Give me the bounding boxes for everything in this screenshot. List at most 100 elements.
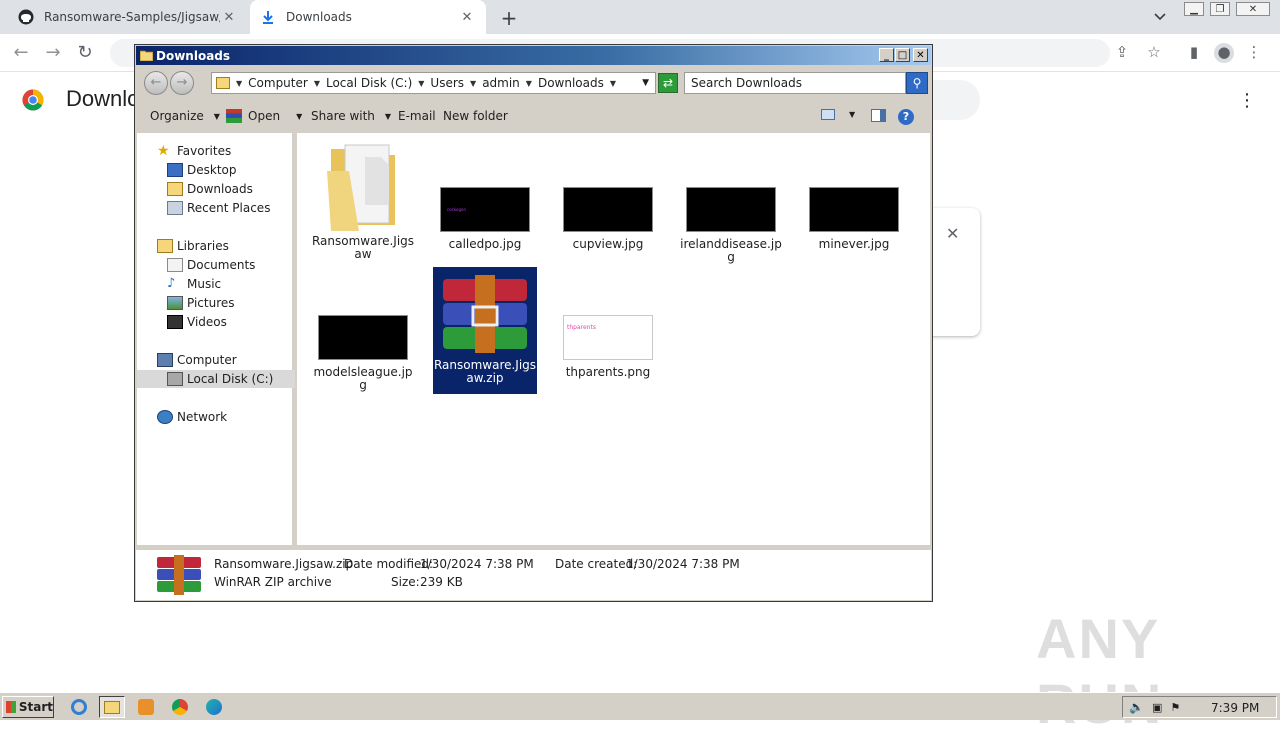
- image-thumbnail: [563, 187, 653, 232]
- nav-desktop[interactable]: Desktop: [167, 163, 237, 177]
- nav-network[interactable]: Network: [157, 410, 227, 424]
- file-item[interactable]: irelanddisease.jpg: [679, 187, 783, 264]
- restore-icon[interactable]: ❐: [1210, 2, 1230, 16]
- chevron-down-icon[interactable]: ▼: [470, 79, 476, 88]
- nav-label: Recent Places: [187, 201, 271, 215]
- chevron-down-icon[interactable]: ▼: [236, 79, 242, 88]
- open-button[interactable]: Open ▼: [226, 109, 302, 123]
- close-icon[interactable]: ✕: [913, 48, 928, 62]
- profile-icon[interactable]: ●: [1214, 43, 1234, 63]
- refresh-icon[interactable]: ⇄: [658, 73, 678, 93]
- file-item-selected[interactable]: Ransomware.Jigsaw.zip: [433, 267, 537, 394]
- search-icon[interactable]: ⚲: [906, 72, 928, 94]
- chevron-down-icon[interactable]: ▼: [314, 79, 320, 88]
- action-center-flag-icon[interactable]: ⚑: [1170, 701, 1180, 714]
- address-toolbar: ← → ▼ Computer ▼ Local Disk (C:) ▼ Users…: [136, 66, 931, 100]
- file-item[interactable]: minever.jpg: [802, 187, 906, 251]
- breadcrumb[interactable]: ▼ Computer ▼ Local Disk (C:) ▼ Users ▼ a…: [211, 72, 656, 94]
- explorer-titlebar[interactable]: Downloads _ □ ✕: [136, 46, 931, 65]
- nav-music[interactable]: ♪ Music: [167, 277, 222, 292]
- breadcrumb-local-disk[interactable]: Local Disk (C:): [326, 76, 412, 90]
- start-button[interactable]: Start: [2, 696, 54, 718]
- file-item[interactable]: modelsleague.jpg: [311, 315, 415, 392]
- nav-libraries[interactable]: Libraries: [157, 239, 229, 253]
- breadcrumb-admin[interactable]: admin: [482, 76, 520, 90]
- search-input[interactable]: Search Downloads: [684, 72, 906, 94]
- libraries-icon: [157, 239, 173, 253]
- details-pane: Ransomware.Jigsaw.zip WinRAR ZIP archive…: [136, 545, 931, 600]
- tab-github[interactable]: Ransomware-Samples/Jigsaw/Ransom ✕: [8, 0, 248, 34]
- reload-icon[interactable]: ↻: [74, 42, 96, 64]
- nav-favorites[interactable]: ★ Favorites: [157, 144, 231, 158]
- view-icon[interactable]: ▼: [821, 109, 855, 120]
- chevron-down-icon[interactable]: ▼: [526, 79, 532, 88]
- nav-label: Music: [187, 277, 222, 291]
- documents-icon: [167, 258, 183, 272]
- back-icon[interactable]: ←: [144, 71, 168, 95]
- nav-downloads[interactable]: Downloads: [167, 182, 253, 196]
- breadcrumb-users[interactable]: Users: [430, 76, 464, 90]
- download-icon: [260, 9, 276, 25]
- image-thumbnail: [318, 315, 408, 360]
- close-icon[interactable]: ✕: [1236, 2, 1270, 16]
- taskbar: Start 🔈 ▣ ⚑ 7:39 PM: [0, 692, 1280, 720]
- nav-recent-places[interactable]: Recent Places: [167, 201, 270, 215]
- side-panel-icon[interactable]: ▮: [1184, 43, 1204, 63]
- clock[interactable]: 7:39 PM: [1211, 701, 1259, 715]
- back-icon[interactable]: ←: [10, 42, 32, 64]
- more-menu-icon[interactable]: ⋮: [1238, 90, 1256, 111]
- folder-icon: [323, 139, 403, 231]
- ie-icon[interactable]: [66, 696, 92, 718]
- history-dropdown-icon[interactable]: ▼: [642, 78, 649, 88]
- tab-downloads[interactable]: Downloads ✕: [250, 0, 486, 34]
- chevron-down-icon[interactable]: ▼: [418, 79, 424, 88]
- thumbnail-text: ceckogen: [447, 207, 467, 212]
- chevron-down-icon[interactable]: [1152, 8, 1170, 26]
- file-item[interactable]: Ransomware.Jigsaw: [311, 139, 415, 261]
- minimize-icon[interactable]: ▁: [1184, 2, 1204, 16]
- videos-icon: [167, 315, 183, 329]
- forward-icon[interactable]: →: [42, 42, 64, 64]
- breadcrumb-downloads[interactable]: Downloads: [538, 76, 604, 90]
- star-icon[interactable]: ☆: [1144, 43, 1164, 63]
- file-item[interactable]: thparents thparents.png: [556, 315, 660, 379]
- maximize-icon[interactable]: □: [895, 48, 910, 62]
- remove-download-icon[interactable]: ✕: [946, 224, 959, 243]
- new-folder-button[interactable]: New folder: [443, 109, 508, 123]
- organize-button[interactable]: Organize ▼: [150, 109, 220, 123]
- file-item[interactable]: ceckogen calledpo.jpg: [433, 187, 537, 251]
- tab-title: Downloads: [286, 10, 352, 24]
- email-button[interactable]: E-mail: [398, 109, 436, 123]
- share-with-button[interactable]: Share with ▼: [311, 109, 391, 123]
- start-label: Start: [18, 700, 53, 714]
- file-list: Ransomware.Jigsaw ceckogen calledpo.jpg …: [297, 133, 930, 545]
- nav-videos[interactable]: Videos: [167, 315, 227, 329]
- file-name: minever.jpg: [818, 237, 890, 251]
- file-item[interactable]: cupview.jpg: [556, 187, 660, 251]
- pictures-icon: [167, 296, 183, 310]
- nav-local-disk[interactable]: Local Disk (C:): [167, 372, 273, 386]
- nav-computer[interactable]: Computer: [157, 353, 237, 367]
- new-tab-button[interactable]: +: [498, 6, 520, 30]
- volume-icon[interactable]: 🔈: [1129, 700, 1144, 714]
- preview-pane-icon[interactable]: [871, 109, 886, 122]
- chrome-icon[interactable]: [167, 696, 193, 718]
- share-icon[interactable]: ⇪: [1112, 43, 1132, 63]
- chevron-down-icon[interactable]: ▼: [610, 79, 616, 88]
- help-icon[interactable]: ?: [898, 109, 914, 125]
- menu-icon[interactable]: ⋮: [1244, 43, 1264, 63]
- edge-icon[interactable]: [201, 696, 227, 718]
- star-icon: ★: [157, 143, 170, 159]
- tab-close-icon[interactable]: ✕: [220, 10, 238, 25]
- forward-icon[interactable]: →: [170, 71, 194, 95]
- nav-label: Computer: [177, 353, 237, 367]
- tab-close-icon[interactable]: ✕: [458, 10, 476, 25]
- network-status-icon[interactable]: ▣: [1152, 701, 1162, 714]
- nav-pictures[interactable]: Pictures: [167, 296, 235, 310]
- nav-documents[interactable]: Documents: [167, 258, 255, 272]
- downloads-folder-icon: [167, 182, 183, 196]
- minimize-icon[interactable]: _: [879, 48, 894, 62]
- breadcrumb-computer[interactable]: Computer: [248, 76, 308, 90]
- media-player-icon[interactable]: [133, 696, 159, 718]
- explorer-icon[interactable]: [99, 696, 125, 718]
